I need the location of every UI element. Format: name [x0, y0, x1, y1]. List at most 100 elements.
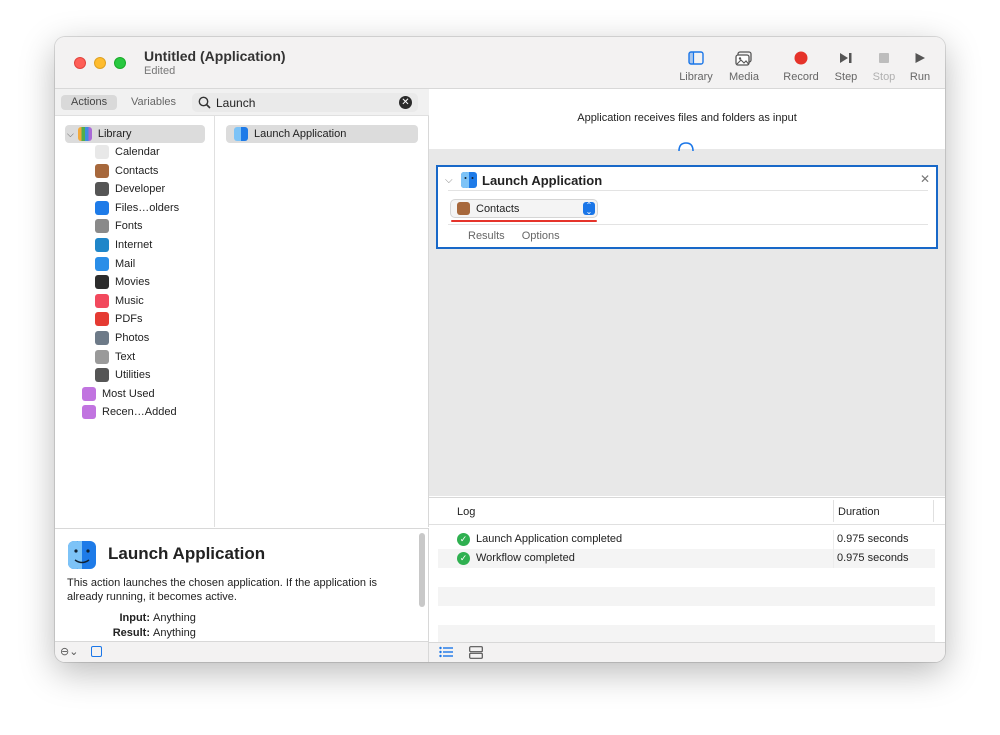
library-category-item[interactable]: Fonts	[95, 217, 210, 235]
library-category-item[interactable]: Developer	[95, 180, 210, 198]
run-toolbar-label: Run	[909, 71, 931, 83]
library-category-item[interactable]: Movies	[95, 273, 210, 291]
library-category-label: PDFs	[115, 313, 143, 326]
library-category-item[interactable]: Internet	[95, 236, 210, 254]
finder-icon	[461, 172, 477, 191]
library-toolbar-label: Library	[679, 71, 713, 83]
library-panel-header: Actions Variables ✕	[55, 89, 429, 116]
library-category-label: Developer	[115, 183, 166, 196]
library-category-label: Text	[115, 350, 136, 363]
library-category-item[interactable]: Utilities	[95, 366, 210, 384]
media-toolbar-label: Media	[729, 71, 759, 83]
run-toolbar-button[interactable]: Run	[895, 47, 945, 83]
library-category-item[interactable]: Photos	[95, 329, 210, 347]
options-tab[interactable]: Options	[522, 230, 560, 242]
music-icon	[95, 293, 109, 308]
variables-segment[interactable]: Variables	[121, 95, 186, 110]
record-icon	[776, 47, 826, 69]
document-title: Untitled (Application)	[144, 48, 286, 64]
tools-icon	[95, 182, 109, 197]
library-category-item[interactable]: Contacts	[95, 162, 210, 180]
movies-icon	[95, 275, 109, 290]
connector-icon	[673, 141, 699, 152]
log-row[interactable]: ✓ Workflow completed 0.975 seconds	[438, 549, 935, 568]
smart-folder-icon	[82, 386, 96, 401]
log-panel: Log Duration ✓ Launch Application comple…	[429, 497, 945, 643]
log-message: Launch Application completed	[476, 533, 623, 545]
actions-results-list: Launch Application	[216, 116, 429, 527]
description-toggle-icon[interactable]	[91, 646, 102, 657]
actions-segment[interactable]: Actions	[61, 95, 118, 110]
finder-icon	[95, 200, 109, 215]
search-icon	[198, 96, 211, 112]
media-toolbar-button[interactable]: Media	[719, 47, 769, 83]
record-toolbar-button[interactable]: Record	[776, 47, 826, 83]
results-tab[interactable]: Results	[468, 230, 505, 242]
close-icon[interactable]: ✕	[920, 172, 930, 186]
close-window-button[interactable]	[74, 57, 86, 69]
clear-search-icon[interactable]: ✕	[399, 96, 412, 109]
library-list: ⌵ Library Calendar Contacts Developer Files…	[55, 116, 215, 527]
library-category-label: Calendar	[115, 146, 160, 158]
library-icon	[671, 47, 721, 69]
pdf-icon	[95, 312, 109, 327]
media-icon	[719, 47, 769, 69]
application-popup[interactable]: Contacts ⌃ ⌄	[451, 200, 597, 217]
library-category-label: Photos	[115, 332, 150, 344]
search-input[interactable]	[216, 95, 396, 110]
contacts-icon	[457, 202, 470, 215]
calendar-icon	[95, 145, 109, 159]
document-subtitle: Edited	[144, 65, 176, 77]
log-duration: 0.975 seconds	[837, 533, 909, 545]
list-view-icon[interactable]	[439, 646, 453, 661]
result-label: Result:	[112, 627, 150, 639]
smart-folder-icon	[82, 405, 96, 420]
library-category-item[interactable]: Files…olders	[95, 199, 210, 217]
checkmark-icon: ✓	[457, 552, 470, 565]
input-label: Input:	[119, 612, 150, 624]
log-column-header[interactable]: Log	[457, 506, 475, 518]
utilities-icon	[95, 368, 109, 383]
library-toolbar-button[interactable]: Library	[671, 47, 721, 83]
library-category-label: Movies	[115, 276, 150, 289]
globe-icon	[95, 238, 109, 252]
workflow-input-text: Application receives files and folders a…	[577, 112, 797, 124]
result-item-label: Launch Application	[254, 128, 347, 140]
workflow-area: ⌵ Launch Application ✕ Contacts ⌃ ⌄ Resul…	[429, 141, 945, 496]
library-root-item[interactable]: ⌵ Library	[65, 125, 205, 143]
contacts-icon	[95, 163, 109, 178]
fonts-icon	[95, 219, 109, 234]
search-field[interactable]: ✕	[192, 93, 418, 112]
library-category-item[interactable]: Music	[95, 292, 210, 310]
description-scrollbar[interactable]	[419, 533, 425, 607]
launch-application-action[interactable]: ⌵ Launch Application ✕ Contacts ⌃ ⌄ Resul…	[436, 165, 938, 249]
duration-column-header[interactable]: Duration	[838, 506, 880, 518]
library-category-item[interactable]: Calendar	[95, 143, 210, 161]
library-category-item[interactable]: Text	[95, 348, 210, 366]
result-item-launch-application[interactable]: Launch Application	[226, 125, 418, 143]
chevron-down-icon[interactable]: ⌵	[445, 175, 453, 186]
chevron-down-icon[interactable]: ⌵	[67, 129, 74, 140]
log-row[interactable]: ✓ Launch Application completed 0.975 sec…	[438, 530, 935, 549]
split-view-icon[interactable]	[469, 646, 483, 662]
action-description: Launch Application This action launches …	[55, 528, 429, 641]
empty-log-row	[438, 587, 935, 606]
red-underline-annotation	[451, 220, 597, 222]
library-category-item[interactable]: Mail	[95, 255, 210, 273]
library-category-item[interactable]: PDFs	[95, 310, 210, 328]
minimize-window-button[interactable]	[94, 57, 106, 69]
library-category-label: Internet	[115, 239, 153, 251]
log-duration: 0.975 seconds	[837, 552, 909, 564]
smart-group-item[interactable]: Recen…Added	[82, 403, 212, 421]
smart-group-label: Most Used	[102, 387, 155, 400]
smart-group-item[interactable]: Most Used	[82, 385, 212, 403]
library-category-label: Fonts	[115, 220, 143, 233]
action-menu-icon[interactable]: ⊖⌄	[60, 645, 78, 658]
finder-icon	[68, 541, 96, 572]
library-category-label: Utilities	[115, 369, 151, 382]
finder-icon	[234, 127, 248, 141]
action-divider	[448, 224, 928, 225]
automator-window: Untitled (Application) Edited Library Me…	[55, 37, 945, 662]
zoom-window-button[interactable]	[114, 57, 126, 69]
smart-group-label: Recen…Added	[102, 406, 177, 419]
